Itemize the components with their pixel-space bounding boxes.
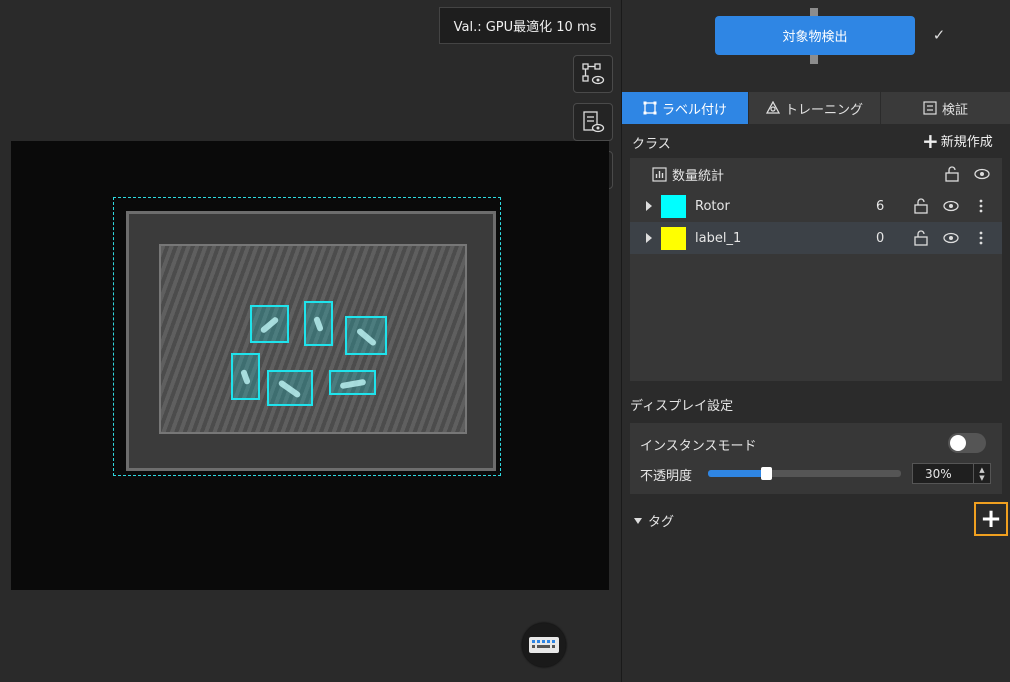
opacity-slider-handle[interactable]: [760, 467, 772, 480]
tag-section-header[interactable]: タグ: [634, 511, 674, 530]
expand-triangle-icon[interactable]: [646, 201, 652, 211]
class-color-swatch[interactable]: [661, 194, 686, 218]
label-icon: [643, 101, 657, 115]
image-canvas-panel: Val.: GPU最適化 10 ms: [0, 0, 621, 682]
class-name: Rotor: [695, 198, 730, 214]
display-settings-title: ディスプレイ設定: [630, 399, 734, 414]
rotor-bounding-box[interactable]: [304, 301, 333, 346]
unlock-icon[interactable]: [913, 230, 929, 246]
validation-badge: Val.: GPU最適化 10 ms: [439, 7, 611, 44]
class-section-title: クラス: [632, 137, 671, 152]
class-stats-label: 数量統計: [672, 168, 725, 184]
class-stats-row[interactable]: 数量統計: [630, 158, 1002, 190]
rotor-bounding-box[interactable]: [250, 305, 289, 343]
spin-arrows-icon[interactable]: ▲ ▼: [973, 464, 990, 483]
check-icon: ✓: [932, 26, 946, 44]
instance-mode-toggle[interactable]: [948, 433, 986, 453]
rotor-bounding-box[interactable]: [345, 316, 387, 355]
rotor-bounding-box[interactable]: [329, 370, 376, 395]
keyboard-button[interactable]: [522, 623, 566, 667]
unlock-icon[interactable]: [913, 198, 929, 214]
validate-icon: [923, 101, 937, 115]
class-count: 6: [876, 198, 885, 214]
eye-icon[interactable]: [974, 166, 990, 182]
class-list: 数量統計 Rotor 6 label_1 0: [630, 158, 1002, 381]
side-panel: 対象物検出 ✓ ラベル付け トレーニング 検証 クラス + 新規作成 数量統計 …: [622, 0, 1010, 682]
class-name: label_1: [695, 230, 742, 246]
expand-triangle-icon[interactable]: [646, 233, 652, 243]
opacity-value: 30%: [925, 466, 952, 481]
instance-mode-label: インスタンスモード: [640, 439, 757, 454]
tab-training[interactable]: トレーニング: [749, 92, 881, 124]
tree-view-eye-button[interactable]: [573, 55, 613, 93]
keyboard-icon: [529, 637, 559, 653]
class-count: 0: [876, 230, 885, 246]
checklist-eye-icon: [583, 111, 605, 133]
plus-icon: +: [922, 128, 939, 153]
tag-section-title: タグ: [648, 515, 675, 530]
opacity-spinbox[interactable]: 30% ▲ ▼: [912, 463, 991, 484]
collapse-triangle-icon: [634, 517, 642, 524]
checklist-eye-button[interactable]: [573, 103, 613, 141]
new-class-button[interactable]: + 新規作成: [922, 128, 993, 153]
unlock-icon[interactable]: [944, 166, 960, 182]
opacity-slider[interactable]: [708, 467, 901, 480]
training-icon: [765, 101, 780, 114]
eye-icon[interactable]: [943, 230, 959, 246]
rotor-bounding-box[interactable]: [231, 353, 260, 400]
eye-icon[interactable]: [943, 198, 959, 214]
class-row-rotor[interactable]: Rotor 6: [630, 190, 1002, 222]
class-color-swatch[interactable]: [661, 226, 686, 250]
add-tag-button[interactable]: +: [974, 502, 1008, 536]
tab-validation[interactable]: 検証: [881, 92, 1010, 124]
tab-labeling[interactable]: ラベル付け: [622, 92, 749, 124]
bar-chart-icon: [652, 166, 667, 182]
object-detection-step-button[interactable]: 対象物検出: [715, 16, 915, 55]
opacity-label: 不透明度: [640, 469, 693, 484]
tree-view-eye-icon: [582, 63, 605, 85]
mode-tabs: ラベル付け トレーニング 検証: [622, 92, 1010, 124]
more-options-icon[interactable]: [973, 230, 989, 246]
class-row-label-1[interactable]: label_1 0: [630, 222, 1002, 254]
display-settings-panel: インスタンスモード 不透明度 30% ▲ ▼: [630, 423, 1002, 494]
plus-icon: +: [980, 504, 1002, 534]
rotor-bounding-box[interactable]: [267, 370, 313, 406]
annotation-image[interactable]: [11, 141, 609, 590]
more-options-icon[interactable]: [973, 198, 989, 214]
